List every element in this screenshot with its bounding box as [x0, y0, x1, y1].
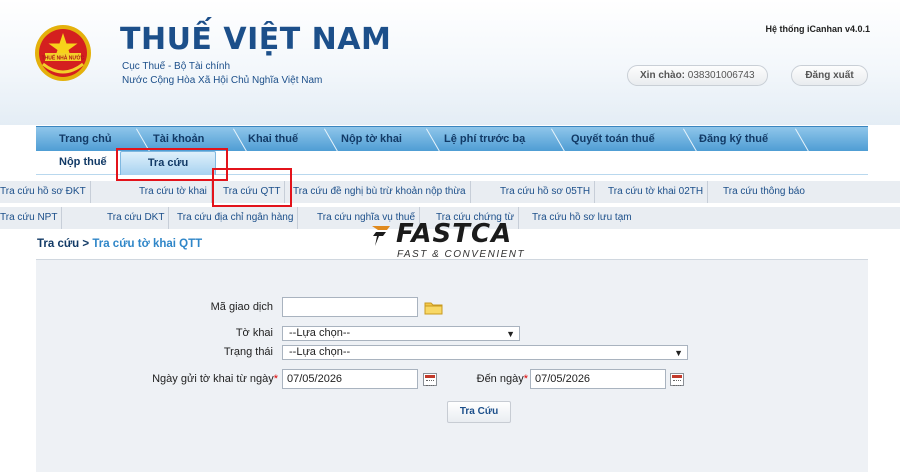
nav-item-registration-fee[interactable]: Lệ phí trước bạ — [444, 127, 525, 152]
nav-separator — [228, 127, 240, 152]
link-lookup-npt[interactable]: Tra cứu NPT — [0, 207, 63, 229]
nav-item-tax-registration[interactable]: Đăng ký thuế — [699, 127, 768, 152]
link-lookup-05th-records[interactable]: Tra cứu hồ sơ 05TH — [500, 181, 596, 203]
status-label: Trạng thái — [223, 346, 273, 358]
greeting-label: Xin chào: — [640, 70, 686, 81]
nav-item-submit-declaration[interactable]: Nộp tờ khai — [341, 127, 402, 152]
link-lookup-02th-declarations[interactable]: Tra cứu tờ khai 02TH — [608, 181, 709, 203]
from-date-label-text: Ngày gửi tờ khai từ ngày — [152, 373, 274, 385]
to-date-input[interactable] — [530, 369, 666, 389]
breadcrumb-separator: > — [82, 238, 90, 250]
search-button[interactable]: Tra Cứu — [447, 401, 511, 423]
declaration-select[interactable]: --Lựa chọn-- ▼ — [282, 326, 520, 341]
nav-separator — [790, 127, 802, 152]
nav-separator — [546, 127, 558, 152]
breadcrumb-current: Tra cứu tờ khai QTT — [92, 238, 203, 250]
nav-separator — [421, 127, 433, 152]
from-date-label: Ngày gửi tờ khai từ ngày* — [118, 373, 278, 385]
link-lookup-draft-records[interactable]: Tra cứu hồ sơ lưu tạm — [532, 207, 636, 229]
transaction-code-input[interactable] — [282, 297, 418, 317]
transaction-code-label: Mã giao dịch — [210, 301, 273, 313]
link-lookup-offset-request[interactable]: Tra cứu đề nghị bù trừ khoản nộp thừa — [293, 181, 471, 203]
logo-text: THUẾ NHÀ NƯỚC — [42, 53, 85, 61]
link-lookup-dkt-records[interactable]: Tra cứu hồ sơ ĐKT — [0, 181, 91, 203]
link-lookup-notifications[interactable]: Tra cứu thông báo — [723, 181, 809, 203]
brand-subtitle-country: Nước Cộng Hòa Xã Hội Chủ Nghĩa Việt Nam — [122, 75, 323, 86]
highlight-link-qtt — [212, 168, 292, 207]
watermark-title: FASTCA — [396, 219, 513, 249]
system-version: Hệ thống iCanhan v4.0.1 — [765, 24, 870, 34]
required-mark: * — [273, 373, 278, 385]
nav-item-home[interactable]: Trang chủ — [59, 127, 112, 152]
nav-separator — [319, 127, 331, 152]
tax-emblem-logo: THUẾ NHÀ NƯỚC — [35, 25, 91, 81]
breadcrumb-root[interactable]: Tra cứu — [37, 238, 79, 250]
tab-pay-tax[interactable]: Nộp thuế — [59, 156, 107, 168]
breadcrumb: Tra cứu > Tra cứu tờ khai QTT — [37, 238, 202, 250]
from-date-input[interactable] — [282, 369, 418, 389]
chevron-down-icon: ▼ — [506, 329, 515, 339]
greeting-user: 038301006743 — [687, 70, 755, 81]
page-header: THUẾ NHÀ NƯỚC THUẾ VIỆT NAM Cục Thuế - B… — [0, 0, 900, 125]
nav-separator — [678, 127, 690, 152]
status-select-value: --Lựa chọn-- — [289, 346, 351, 358]
to-date-label-text: Đến ngày — [476, 373, 524, 385]
chevron-down-icon: ▼ — [674, 348, 683, 358]
brand-title: THUẾ VIỆT NAM — [120, 22, 392, 57]
declaration-select-value: --Lựa chọn-- — [289, 327, 351, 339]
required-mark: * — [523, 373, 528, 385]
folder-icon[interactable] — [424, 300, 444, 315]
declaration-label: Tờ khai — [235, 327, 273, 339]
watermark-subtitle: FAST & CONVENIENT — [397, 249, 526, 260]
calendar-icon[interactable] — [423, 373, 437, 386]
link-lookup-declarations[interactable]: Tra cứu tờ khai — [139, 181, 212, 203]
calendar-icon[interactable] — [670, 373, 684, 386]
search-form-panel — [36, 260, 868, 472]
logout-button[interactable]: Đăng xuất — [791, 65, 868, 86]
lightning-bolt-icon — [372, 226, 390, 246]
link-lookup-bank-address[interactable]: Tra cứu địa chỉ ngân hàng — [177, 207, 299, 229]
link-lookup-dkt[interactable]: Tra cứu DKT — [107, 207, 170, 229]
to-date-label: Đến ngày* — [460, 373, 528, 385]
nav-item-tax-finalization[interactable]: Quyết toán thuế — [571, 127, 655, 152]
status-select[interactable]: --Lựa chọn-- ▼ — [282, 345, 688, 360]
lookup-links-row-1: Tra cứu hồ sơ ĐKT Tra cứu tờ khai Tra cứ… — [0, 181, 900, 203]
nav-item-declare-tax[interactable]: Khai thuế — [248, 127, 298, 152]
brand-subtitle-agency: Cục Thuế - Bộ Tài chính — [122, 61, 231, 72]
greeting-badge: Xin chào: 038301006743 — [627, 65, 768, 86]
